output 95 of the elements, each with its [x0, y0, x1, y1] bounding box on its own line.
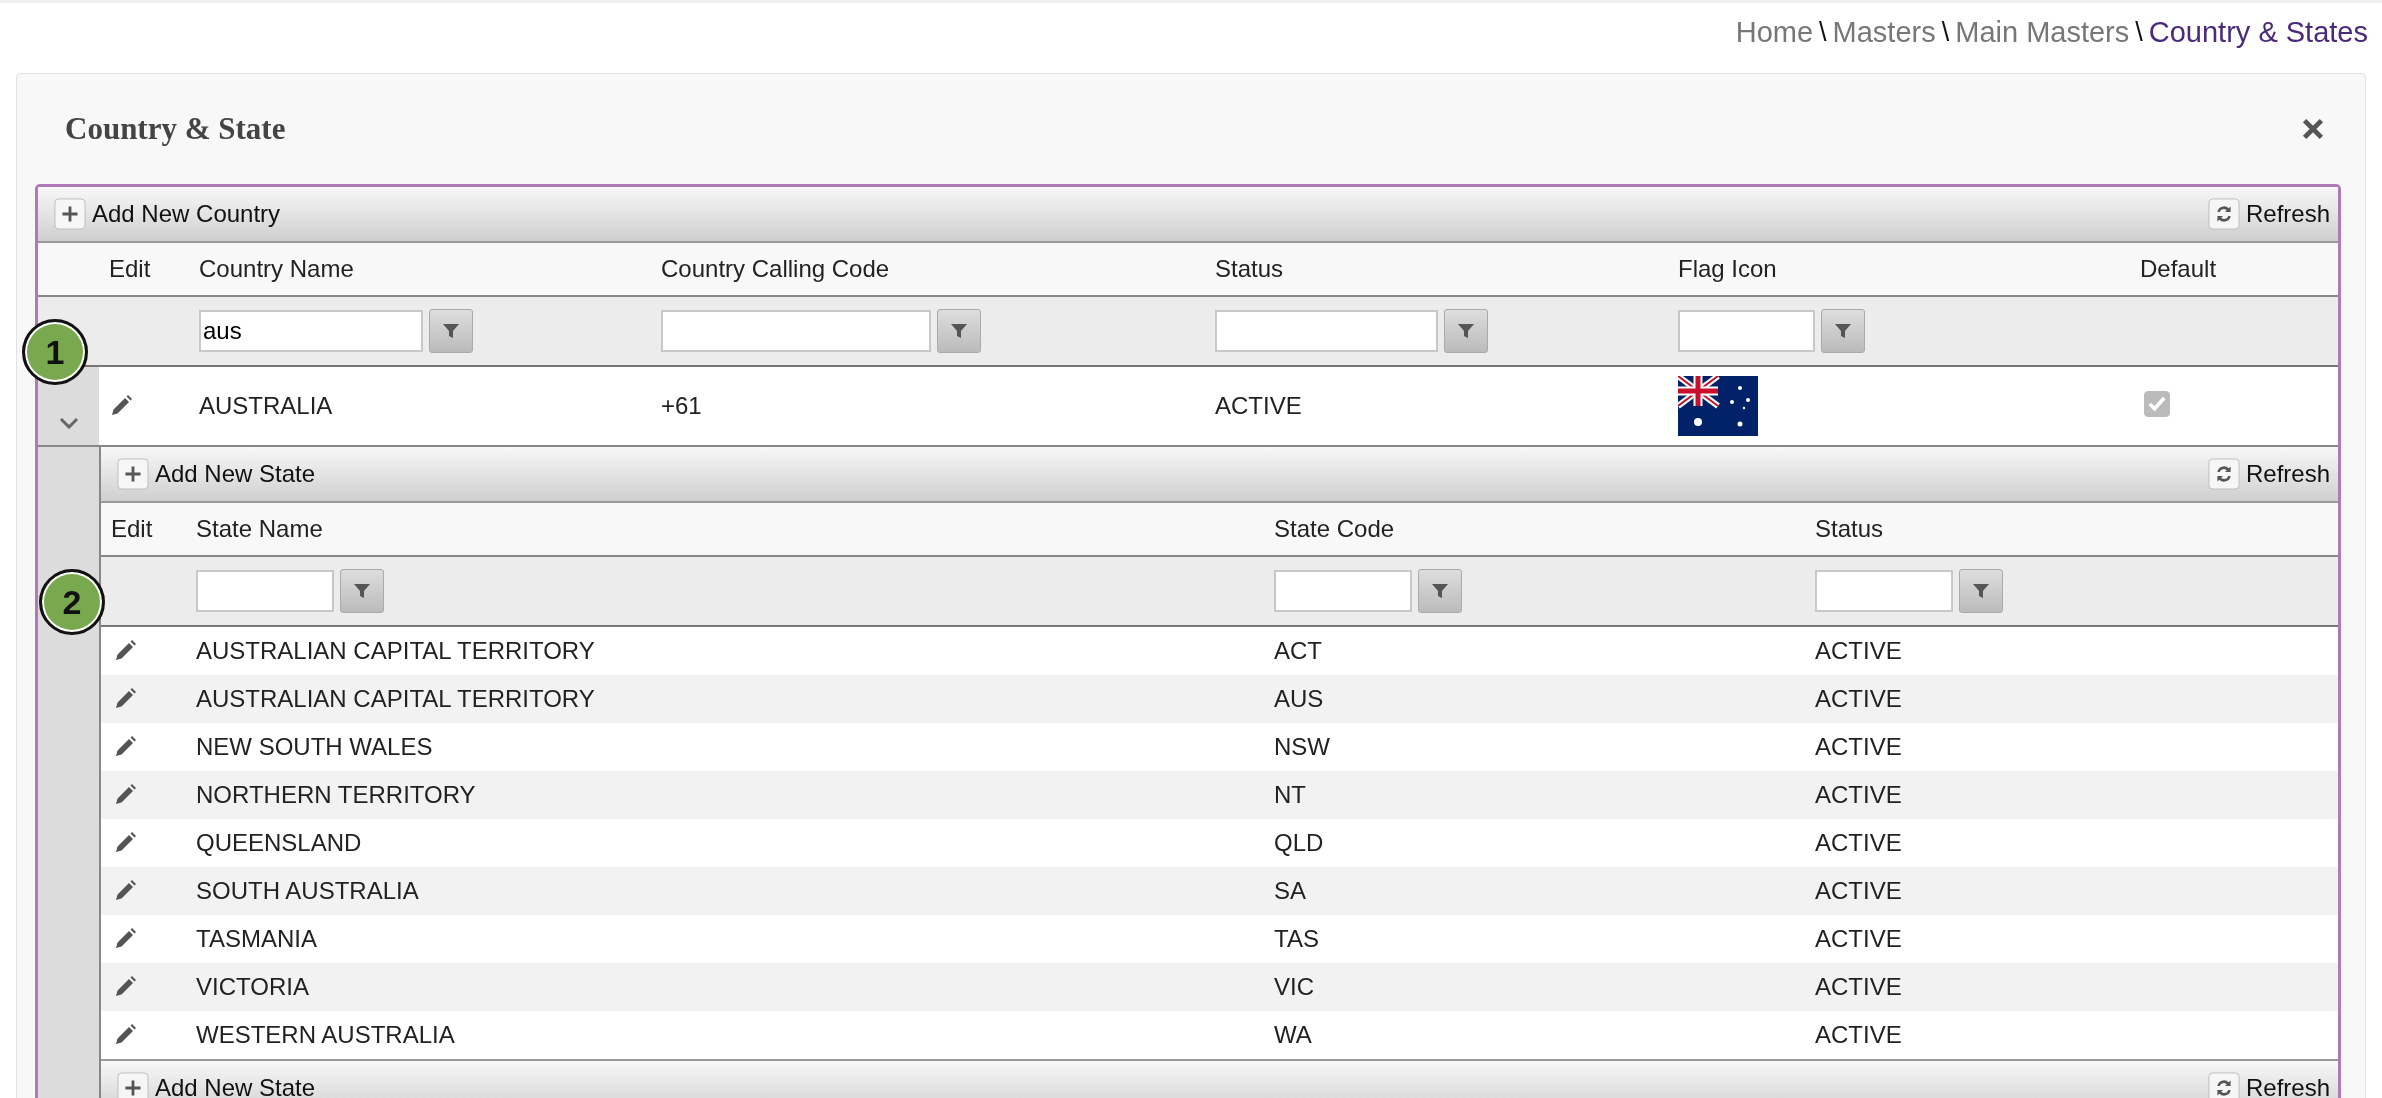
filter-button[interactable] — [1418, 569, 1462, 613]
table-cell-text: ACTIVE — [1814, 781, 1903, 809]
filter-field[interactable]: aus — [199, 310, 423, 352]
table-cell-text: QUEENSLAND — [195, 829, 363, 857]
pencil-icon[interactable] — [113, 1023, 137, 1047]
breadcrumb-separator: \ — [1941, 16, 1950, 48]
pencil-icon[interactable] — [113, 639, 137, 663]
filter-field[interactable] — [661, 310, 931, 352]
refresh-button[interactable]: Refresh — [2207, 198, 2330, 230]
pencil-icon[interactable] — [109, 394, 133, 418]
pencil-icon[interactable] — [113, 831, 137, 855]
filter-button[interactable] — [1959, 569, 2003, 613]
table-cell-text: ACTIVE — [1814, 925, 1903, 953]
pencil-icon[interactable] — [113, 975, 137, 999]
plus-icon — [117, 458, 149, 490]
filter-button[interactable] — [1444, 309, 1488, 353]
column-header[interactable]: Edit — [99, 255, 189, 283]
breadcrumb-link[interactable]: Home — [1735, 15, 1814, 49]
table-cell-text: ACT — [1273, 637, 1323, 665]
flag-icon — [1678, 376, 1758, 436]
filter-icon — [352, 581, 372, 601]
refresh-icon — [2207, 198, 2240, 230]
table-cell-text: ACTIVE — [1814, 973, 1903, 1001]
filter-field[interactable] — [196, 570, 334, 612]
table-cell-text: ACTIVE — [1814, 877, 1903, 905]
table-cell-text: AUS — [1273, 685, 1325, 713]
pencil-icon[interactable] — [113, 783, 137, 807]
column-header[interactable]: Status — [1205, 255, 1668, 283]
filter-icon — [1971, 581, 1991, 601]
table-cell-text: VICTORIA — [195, 973, 310, 1001]
pencil-icon[interactable] — [113, 735, 137, 759]
filter-button[interactable] — [429, 309, 473, 353]
table-cell-text: NEW SOUTH WALES — [195, 733, 434, 761]
table-cell-text: TASMANIA — [195, 925, 318, 953]
table-cell-text: AUSTRALIA — [198, 392, 334, 420]
table-cell-text: ACTIVE — [1814, 637, 1903, 665]
table-cell-text: SA — [1273, 877, 1307, 905]
filter-field[interactable] — [1215, 310, 1438, 352]
filter-field[interactable] — [1678, 310, 1815, 352]
table-cell-text: ACTIVE — [1814, 685, 1903, 713]
column-header[interactable]: State Name — [186, 515, 1264, 543]
column-header[interactable]: Default — [2130, 255, 2338, 283]
refresh-button[interactable]: Refresh — [2207, 458, 2330, 490]
add-button[interactable]: Add New State — [117, 1072, 316, 1098]
column-header[interactable]: State Code — [1264, 515, 1805, 543]
table-cell-text: VIC — [1273, 973, 1315, 1001]
plus-icon — [117, 1072, 149, 1098]
column-header[interactable]: Country Name — [189, 255, 651, 283]
table-cell-text: ACTIVE — [1214, 392, 1303, 420]
filter-button[interactable] — [937, 309, 981, 353]
table-cell-text: NSW — [1273, 733, 1331, 761]
table-cell-text: SOUTH AUSTRALIA — [195, 877, 420, 905]
filter-button[interactable] — [1821, 309, 1865, 353]
breadcrumb-separator: \ — [1819, 16, 1827, 48]
chevron-icon[interactable] — [58, 417, 79, 429]
table-cell-text: +61 — [660, 392, 703, 420]
refresh-icon — [2207, 1072, 2240, 1098]
table-cell-text: AUSTRALIAN CAPITAL TERRITORY — [195, 637, 596, 665]
filter-icon — [1833, 321, 1853, 341]
pencil-icon[interactable] — [113, 879, 137, 903]
breadcrumb-link[interactable]: Country & States — [2148, 15, 2368, 49]
add-button[interactable]: Add New State — [117, 458, 316, 490]
column-header[interactable]: Edit — [101, 515, 186, 543]
panel-title: Country & State — [65, 111, 286, 147]
plus-icon — [54, 198, 86, 230]
table-cell-text: ACTIVE — [1814, 733, 1903, 761]
table-cell-text: AUSTRALIAN CAPITAL TERRITORY — [195, 685, 596, 713]
pencil-icon[interactable] — [113, 687, 137, 711]
table-cell-text: WA — [1273, 1021, 1313, 1049]
column-header[interactable]: Status — [1805, 515, 2338, 543]
column-header[interactable]: Flag Icon — [1668, 255, 2130, 283]
refresh-icon — [2207, 458, 2240, 490]
add-button[interactable]: Add New Country — [54, 198, 281, 230]
breadcrumb-link[interactable]: Masters — [1832, 15, 1936, 49]
close-icon[interactable] — [2301, 117, 2325, 141]
filter-icon — [1430, 581, 1450, 601]
filter-button[interactable] — [340, 569, 384, 613]
filter-icon — [949, 321, 969, 341]
breadcrumb-link[interactable]: Main Masters — [1955, 15, 2130, 49]
table-cell-text: QLD — [1273, 829, 1325, 857]
filter-field[interactable] — [1815, 570, 1953, 612]
table-cell-text: NORTHERN TERRITORY — [195, 781, 477, 809]
table-cell-text: ACTIVE — [1814, 829, 1903, 857]
filter-field[interactable] — [1274, 570, 1412, 612]
filter-icon — [441, 321, 461, 341]
table-cell-text: NT — [1273, 781, 1307, 809]
column-header[interactable]: Country Calling Code — [651, 255, 1205, 283]
breadcrumb-separator: \ — [2135, 16, 2143, 48]
step-marker: 1 — [22, 319, 88, 385]
refresh-button[interactable]: Refresh — [2207, 1072, 2330, 1098]
table-cell-text: TAS — [1273, 925, 1320, 953]
filter-icon — [1456, 321, 1476, 341]
pencil-icon[interactable] — [113, 927, 137, 951]
table-cell-text: WESTERN AUSTRALIA — [195, 1021, 456, 1049]
table-cell-text: ACTIVE — [1814, 1021, 1903, 1049]
